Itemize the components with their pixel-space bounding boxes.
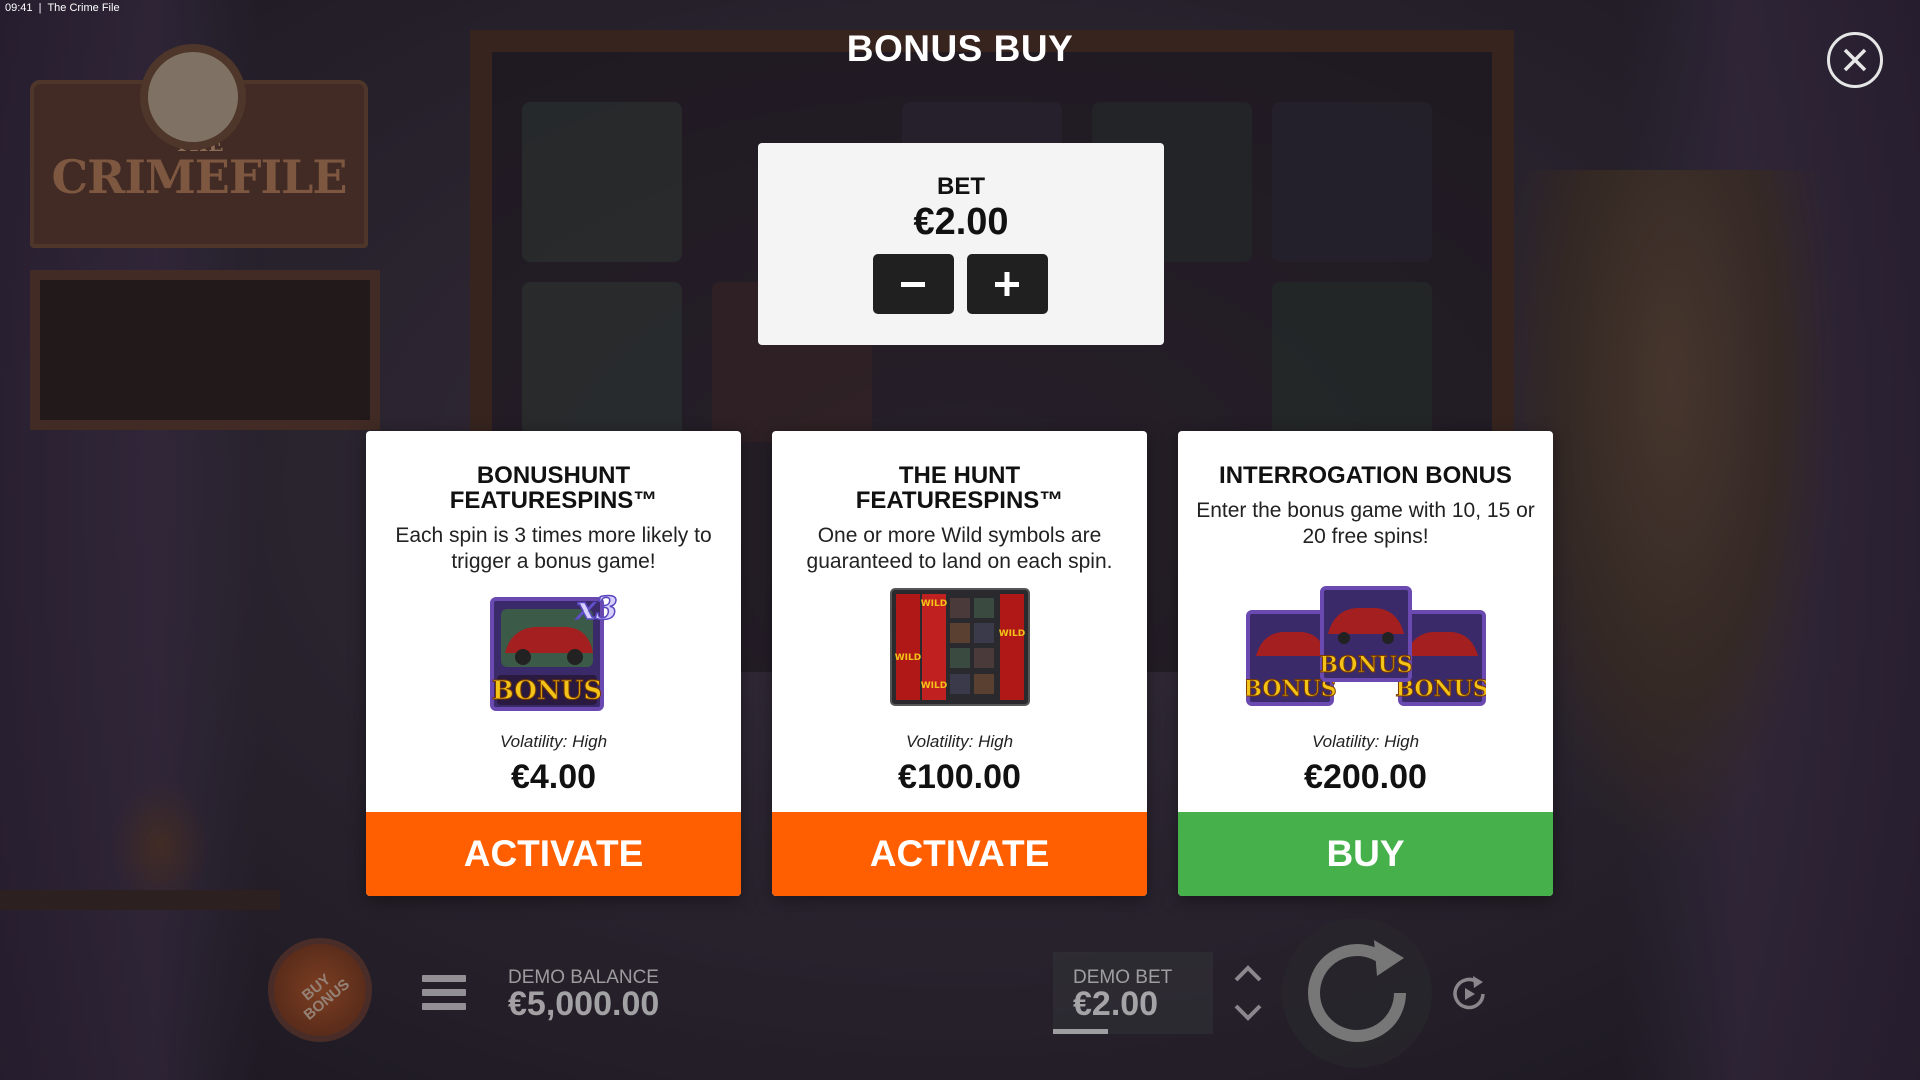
wild-reels-preview-icon: WILD WILD WILD WILD [889, 588, 1030, 706]
bonus-card-bonushunt: BONUSHUNT FEATURESPINS™ Each spin is 3 t… [366, 431, 741, 896]
wild-label: WILD [998, 629, 1024, 639]
bonus-multiplier-badge: x3 [575, 591, 617, 627]
status-bar: 09:41 | The Crime File [5, 2, 120, 14]
activate-button-bonushunt[interactable]: ACTIVATE [366, 812, 741, 896]
spin-button[interactable] [1282, 918, 1432, 1068]
bonus-card-interrogation: INTERROGATION BONUS Enter the bonus game… [1178, 431, 1553, 896]
bet-decrease-chevron-down-icon[interactable] [1228, 998, 1268, 1028]
card-description: Each spin is 3 times more likely to trig… [395, 524, 712, 573]
demo-balance-value: €5,000.00 [508, 985, 660, 1023]
status-time: 09:41 [5, 2, 33, 14]
bet-increase-button[interactable] [967, 254, 1048, 314]
bonus-card-the-hunt: THE HUNT FEATURESPINS™ One or more Wild … [772, 431, 1147, 896]
bet-label: BET [937, 173, 985, 200]
status-divider: | [35, 2, 45, 14]
card-volatility: Volatility: High [905, 732, 1014, 751]
card-title: THE HUNT FEATURESPINS™ [855, 462, 1064, 514]
dialog-title: BONUS BUY [846, 28, 1074, 69]
three-bonus-symbols-icon: BONUS BONUS BONUS [1245, 586, 1486, 706]
wild-label: WILD [894, 653, 920, 663]
autoplay-icon[interactable] [1447, 972, 1491, 1016]
card-volatility: Volatility: High [1311, 732, 1420, 751]
bet-decrease-button[interactable] [873, 254, 954, 314]
buy-bonus-round-button[interactable]: BUY BONUS [268, 938, 372, 1042]
plus-icon [995, 272, 1019, 296]
card-description: One or more Wild symbols are guaranteed … [806, 524, 1113, 573]
card-description: Enter the bonus game with 10, 15 or 20 f… [1196, 499, 1535, 548]
spin-arrow-icon [1308, 940, 1406, 1042]
activate-button-the-hunt[interactable]: ACTIVATE [772, 812, 1147, 896]
wild-label: WILD [920, 599, 946, 609]
card-price: €200.00 [1304, 758, 1427, 796]
card-title: BONUSHUNT FEATURESPINS™ [449, 462, 658, 514]
card-volatility: Volatility: High [499, 732, 608, 751]
minus-icon [901, 282, 925, 287]
menu-icon[interactable] [422, 975, 466, 1011]
card-price: €100.00 [898, 758, 1021, 796]
close-icon [1843, 48, 1867, 72]
bet-value: €2.00 [913, 201, 1009, 243]
bonus-image-text: BONUS [1319, 652, 1412, 678]
close-button[interactable] [1827, 32, 1883, 88]
demo-bet-value: €2.00 [1073, 985, 1159, 1023]
status-app-name: The Crime File [47, 2, 120, 14]
buy-button-interrogation[interactable]: BUY [1178, 812, 1553, 896]
demo-bet-underline [1053, 1029, 1108, 1034]
bet-increase-chevron-up-icon[interactable] [1228, 958, 1268, 988]
card-price: €4.00 [510, 758, 597, 796]
card-title: INTERROGATION BONUS [1219, 462, 1512, 489]
demo-bet-box[interactable]: DEMO BET €2.00 [1053, 952, 1213, 1034]
wild-label: WILD [920, 681, 946, 691]
bonus-image-text: BONUS [491, 676, 601, 706]
bet-panel: BET €2.00 [758, 143, 1164, 345]
bonus-x3-symbol-icon: BONUS x3 [489, 591, 618, 711]
buy-bonus-label: BUY BONUS [298, 970, 354, 1024]
